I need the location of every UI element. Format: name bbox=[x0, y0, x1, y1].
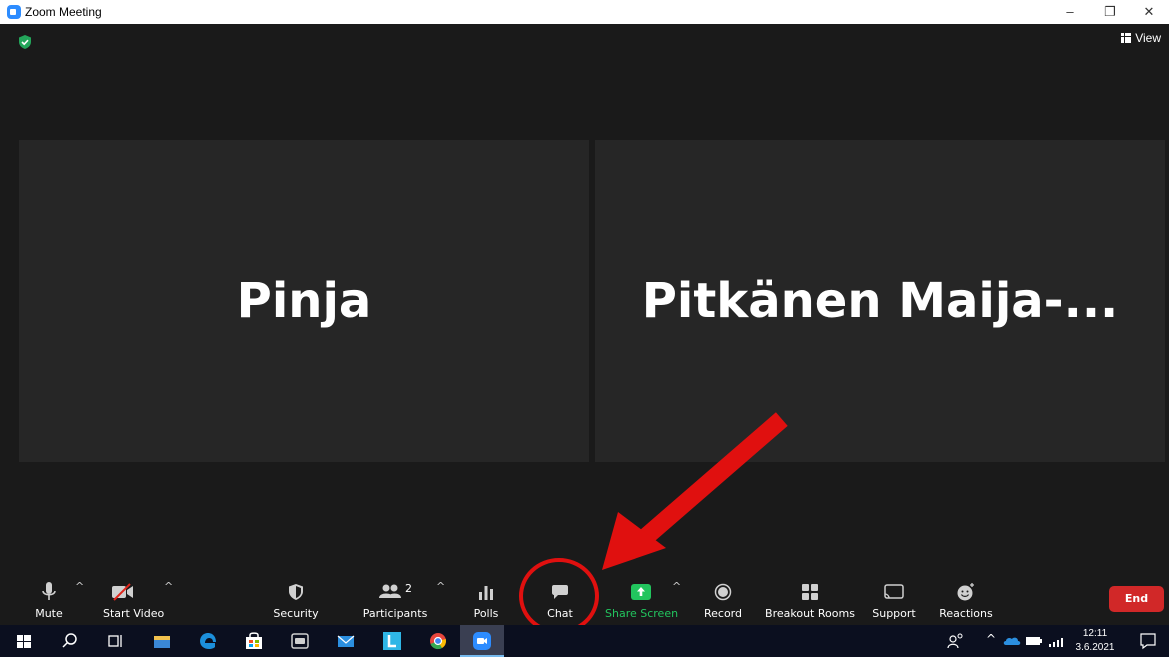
grid-icon bbox=[1121, 33, 1132, 43]
share-screen-button[interactable]: Share Screen bbox=[605, 576, 679, 625]
chrome-icon[interactable] bbox=[428, 631, 448, 651]
support-button[interactable]: Support bbox=[868, 576, 920, 625]
task-view-icon[interactable] bbox=[106, 631, 126, 651]
start-video-label: Start Video bbox=[103, 607, 165, 620]
participant-name: Pitkänen Maija-... bbox=[641, 273, 1119, 329]
participants-button[interactable]: 2 Participants bbox=[355, 576, 435, 625]
polls-button[interactable]: Polls bbox=[466, 576, 506, 625]
breakout-rooms-label: Breakout Rooms bbox=[765, 607, 855, 620]
zoom-taskbar-item[interactable] bbox=[460, 625, 504, 657]
se-app-icon[interactable] bbox=[290, 631, 310, 651]
security-label: Security bbox=[273, 607, 319, 620]
view-button[interactable]: View bbox=[1121, 31, 1161, 45]
mute-button[interactable]: Mute bbox=[30, 576, 68, 625]
video-off-icon bbox=[112, 583, 133, 601]
support-label: Support bbox=[872, 607, 916, 620]
window-title-bar: Zoom Meeting – ❐ ✕ bbox=[0, 0, 1169, 24]
breakout-rooms-icon bbox=[802, 584, 818, 600]
minimize-button[interactable]: – bbox=[1050, 1, 1090, 23]
zoom-app-icon bbox=[7, 5, 21, 19]
people-icon[interactable] bbox=[946, 631, 966, 651]
microphone-icon bbox=[42, 582, 56, 600]
search-icon[interactable] bbox=[60, 631, 80, 651]
notifications-icon[interactable] bbox=[1138, 631, 1158, 651]
mail-icon[interactable] bbox=[336, 631, 356, 651]
window-title: Zoom Meeting bbox=[25, 5, 102, 19]
edge-browser-icon[interactable] bbox=[198, 631, 218, 651]
support-cast-icon bbox=[884, 584, 904, 599]
participant-name: Pinja bbox=[236, 273, 372, 329]
network-signal-icon[interactable] bbox=[1046, 631, 1066, 651]
start-video-button[interactable]: Start Video bbox=[95, 576, 175, 625]
participants-label: Participants bbox=[362, 607, 428, 620]
battery-icon[interactable] bbox=[1024, 631, 1044, 651]
store-icon[interactable] bbox=[244, 631, 264, 651]
windows-start-icon[interactable] bbox=[14, 631, 34, 651]
windows-taskbar: ^ 12:11 3.6.2021 bbox=[0, 625, 1169, 657]
mute-label: Mute bbox=[35, 607, 63, 620]
clock-date: 3.6.2021 bbox=[1075, 642, 1115, 653]
encryption-shield-icon[interactable] bbox=[17, 34, 33, 50]
polls-label: Polls bbox=[473, 607, 499, 620]
l-app-icon[interactable] bbox=[382, 631, 402, 651]
system-clock[interactable]: 12:11 3.6.2021 bbox=[1074, 627, 1116, 655]
close-button[interactable]: ✕ bbox=[1129, 1, 1169, 23]
tray-overflow-chevron[interactable]: ^ bbox=[986, 632, 996, 646]
reactions-button[interactable]: Reactions bbox=[936, 576, 996, 625]
participants-options-caret[interactable]: ^ bbox=[436, 580, 445, 593]
restore-button[interactable]: ❐ bbox=[1090, 1, 1130, 23]
participant-tile-pitkanen[interactable]: Pitkänen Maija-... bbox=[595, 140, 1165, 462]
share-screen-label: Share Screen bbox=[605, 607, 679, 620]
record-label: Record bbox=[703, 607, 742, 620]
participant-tile-pinja[interactable]: Pinja bbox=[19, 140, 589, 462]
share-options-caret[interactable]: ^ bbox=[672, 580, 681, 593]
share-screen-icon bbox=[631, 584, 651, 600]
record-button[interactable]: Record bbox=[700, 576, 746, 625]
end-meeting-button[interactable]: End bbox=[1109, 586, 1164, 612]
security-button[interactable]: Security bbox=[268, 576, 324, 625]
security-shield-icon bbox=[289, 584, 303, 600]
video-options-caret[interactable]: ^ bbox=[164, 580, 173, 593]
breakout-rooms-button[interactable]: Breakout Rooms bbox=[762, 576, 858, 625]
onedrive-cloud-icon[interactable] bbox=[1002, 631, 1022, 651]
participants-count: 2 bbox=[405, 582, 412, 595]
participants-icon bbox=[379, 584, 402, 598]
annotation-circle bbox=[519, 558, 599, 634]
clock-time: 12:11 bbox=[1082, 628, 1108, 639]
polls-icon bbox=[479, 586, 493, 600]
reactions-label: Reactions bbox=[939, 607, 993, 620]
view-label: View bbox=[1135, 31, 1161, 45]
audio-options-caret[interactable]: ^ bbox=[75, 580, 84, 593]
record-icon bbox=[714, 583, 732, 601]
file-explorer-icon[interactable] bbox=[152, 631, 172, 651]
zoom-icon bbox=[473, 632, 491, 650]
reactions-emoji-icon bbox=[957, 583, 974, 601]
